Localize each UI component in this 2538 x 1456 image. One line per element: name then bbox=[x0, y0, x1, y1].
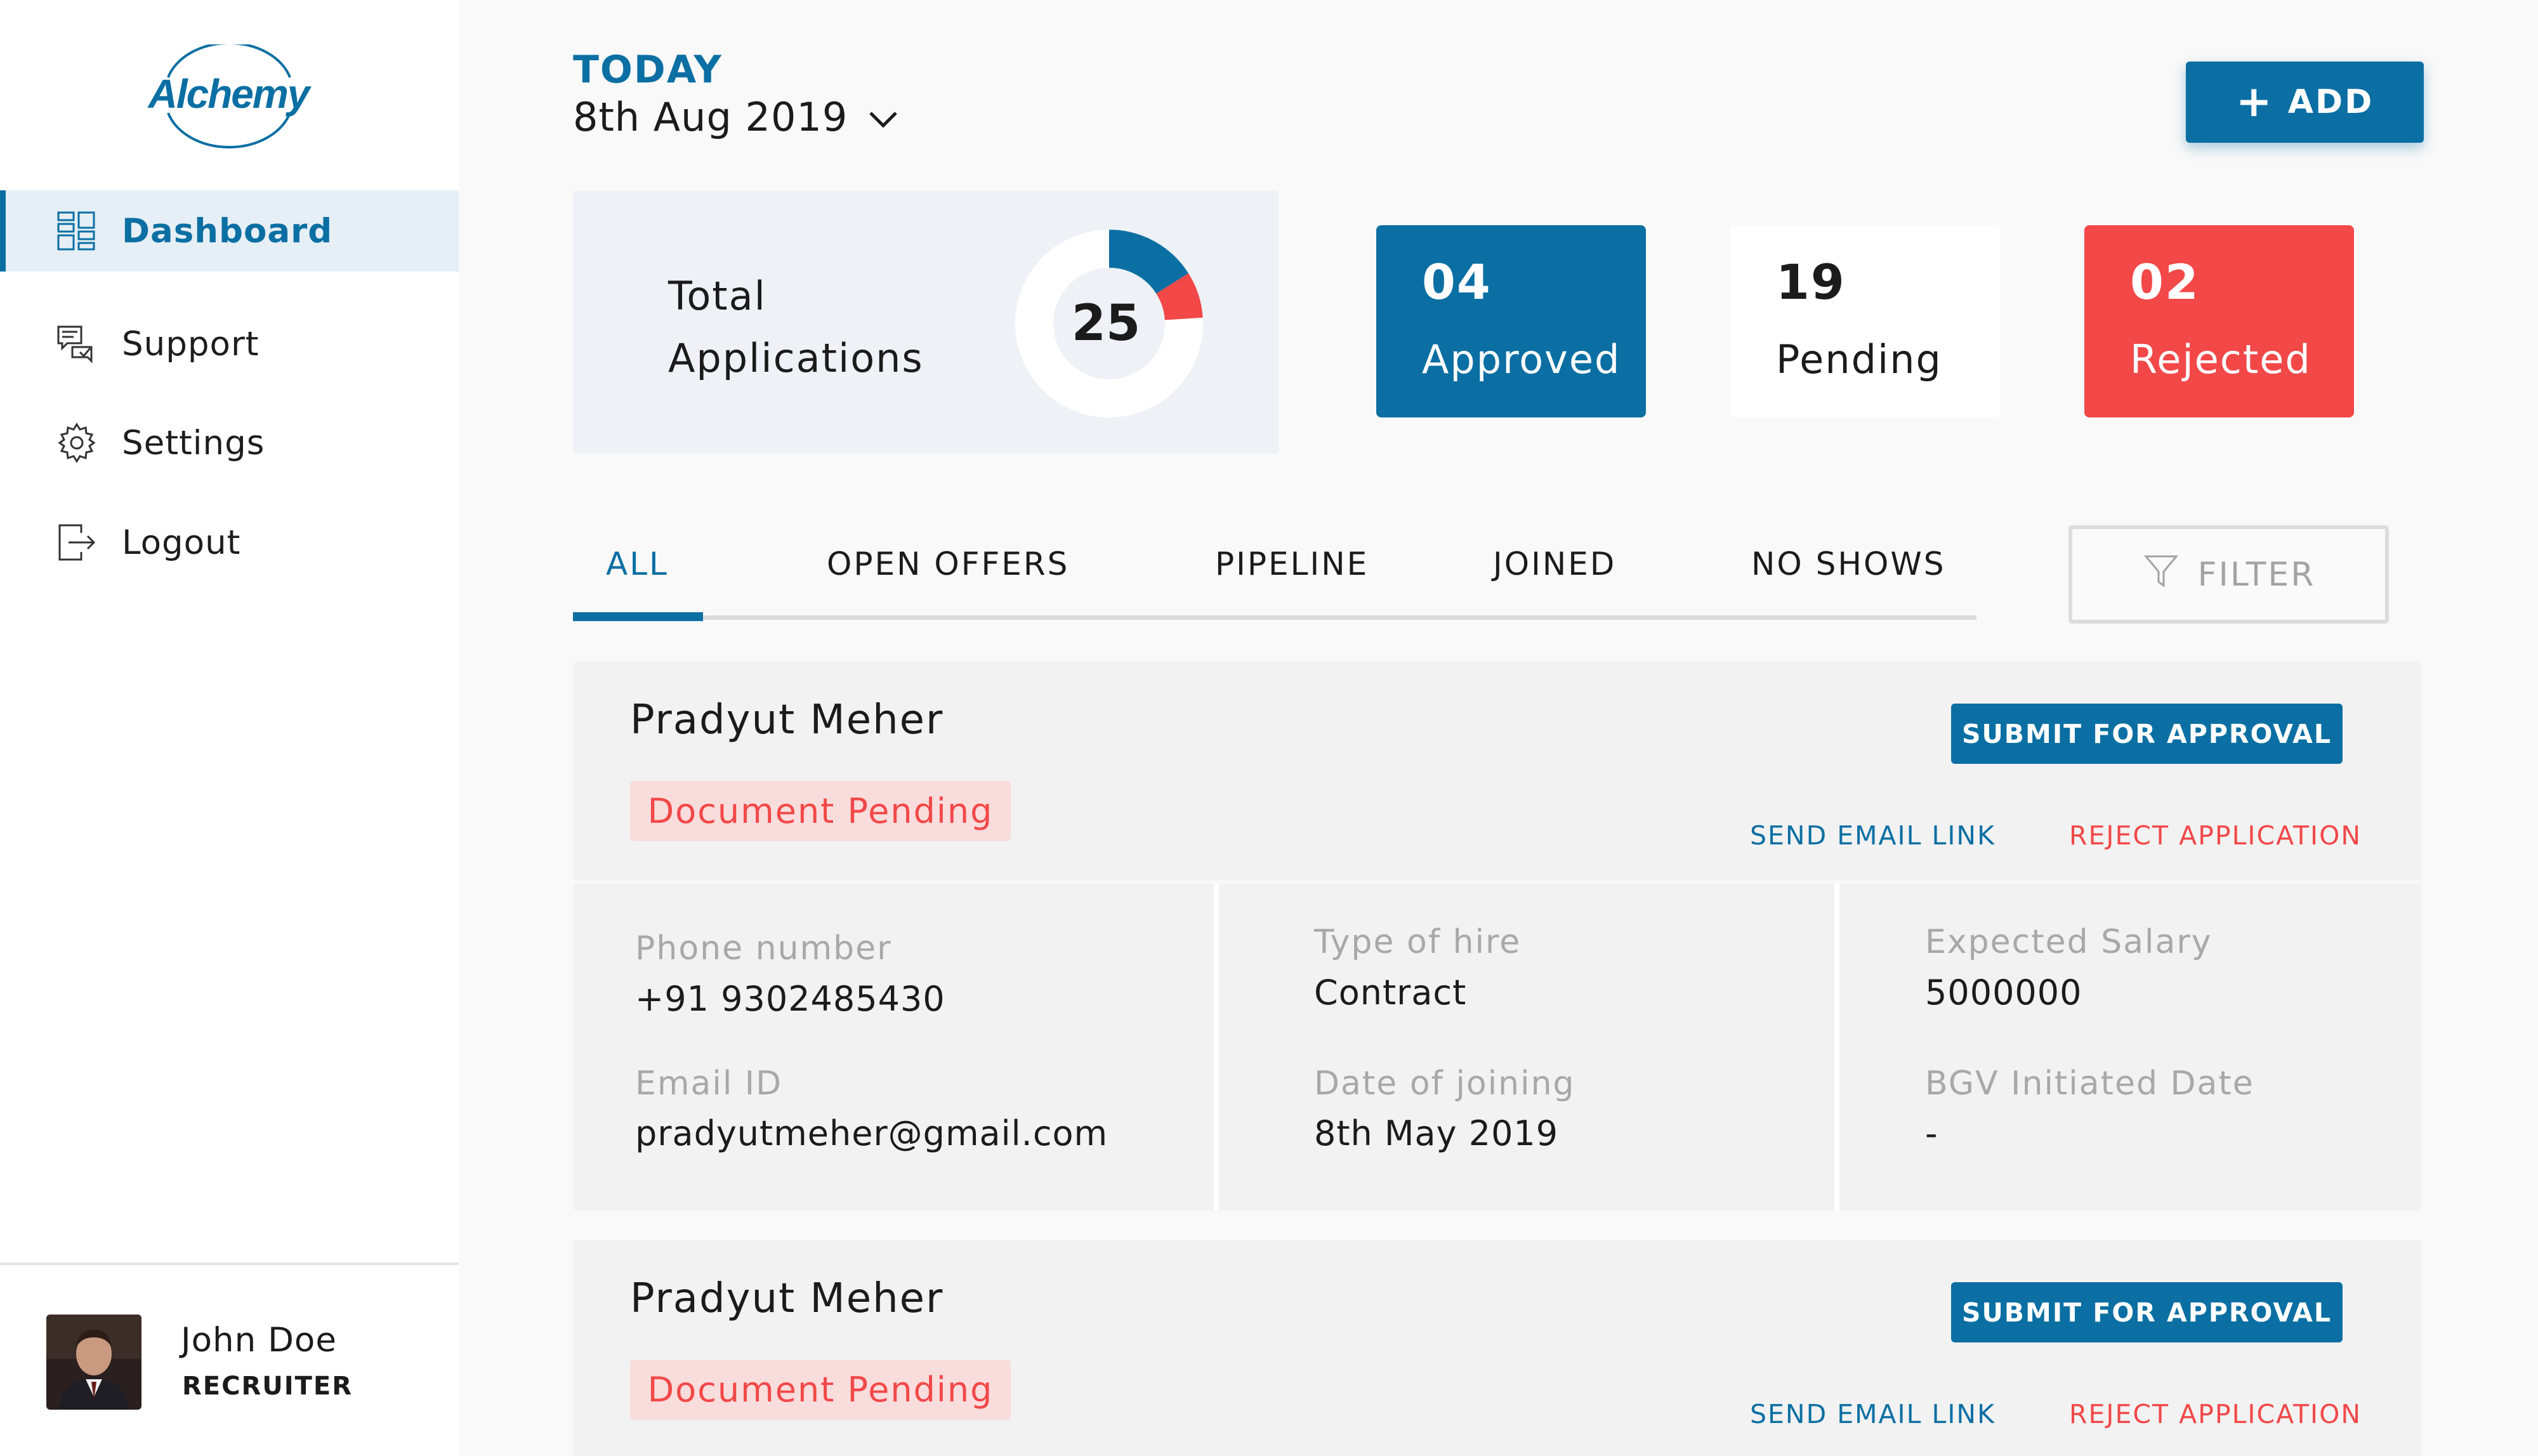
rejected-label: Rejected bbox=[2130, 336, 2311, 383]
email-value: pradyutmeher@gmail.com bbox=[635, 1113, 1108, 1153]
status-badge: Document Pending bbox=[630, 781, 1011, 841]
status-badge: Document Pending bbox=[630, 1360, 1011, 1420]
approved-label: Approved bbox=[1422, 336, 1621, 383]
gear-icon bbox=[56, 422, 98, 464]
phone-label: Phone number bbox=[635, 929, 892, 967]
sidebar-item-dashboard[interactable]: Dashboard bbox=[0, 190, 459, 272]
reject-application-link[interactable]: REJECT APPLICATION bbox=[2069, 820, 2362, 851]
application-card: Pradyut Meher Document Pending SUBMIT FO… bbox=[573, 662, 2421, 881]
active-tab-indicator bbox=[573, 612, 703, 621]
sidebar-item-label: Dashboard bbox=[122, 211, 333, 251]
tab-all[interactable]: ALL bbox=[606, 546, 669, 582]
applicant-name: Pradyut Meher bbox=[630, 1275, 944, 1322]
date-dropdown[interactable]: 8th Aug 2019 bbox=[573, 94, 900, 140]
user-name: John Doe bbox=[181, 1321, 337, 1360]
application-details: Phone number +91 9302485430 Email ID pra… bbox=[573, 884, 2421, 1210]
send-email-link[interactable]: SEND EMAIL LINK bbox=[1750, 820, 1996, 851]
rejected-count: 02 bbox=[2130, 254, 2200, 310]
phone-value: +91 9302485430 bbox=[635, 979, 945, 1019]
logout-icon bbox=[56, 521, 98, 563]
rejected-card[interactable]: 02 Rejected bbox=[2084, 225, 2354, 417]
bgv-label: BGV Initiated Date bbox=[1925, 1065, 2254, 1103]
details-column-hire: Type of hire Contract Date of joining 8t… bbox=[1219, 884, 1834, 1210]
total-label-line1: Total bbox=[668, 273, 766, 319]
tab-joined[interactable]: JOINED bbox=[1493, 546, 1616, 582]
pending-label: Pending bbox=[1776, 336, 1942, 383]
joining-label: Date of joining bbox=[1314, 1065, 1575, 1103]
sidebar-item-support[interactable]: Support bbox=[0, 303, 459, 384]
sidebar: Alchemy Dashboard Support Settings Logou… bbox=[0, 0, 459, 1456]
joining-value: 8th May 2019 bbox=[1314, 1113, 1559, 1153]
filter-button[interactable]: FILTER bbox=[2068, 525, 2389, 624]
applicant-name: Pradyut Meher bbox=[630, 697, 944, 744]
plus-icon: + bbox=[2235, 77, 2274, 127]
today-label: TODAY bbox=[573, 48, 723, 92]
hire-type-label: Type of hire bbox=[1314, 923, 1522, 961]
pending-card[interactable]: 19 Pending bbox=[1730, 225, 2000, 417]
details-column-contact: Phone number +91 9302485430 Email ID pra… bbox=[573, 884, 1214, 1210]
dashboard-icon bbox=[56, 210, 98, 252]
add-button-label: ADD bbox=[2287, 83, 2374, 121]
sidebar-item-label: Settings bbox=[122, 423, 265, 462]
pending-count: 19 bbox=[1776, 254, 1846, 310]
hire-type-value: Contract bbox=[1314, 973, 1467, 1013]
bgv-value: - bbox=[1925, 1113, 1938, 1153]
alchemy-logo[interactable]: Alchemy bbox=[124, 42, 333, 152]
total-applications-card: Total Applications 25 bbox=[573, 190, 1279, 454]
tab-pipeline[interactable]: PIPELINE bbox=[1215, 546, 1369, 582]
email-label: Email ID bbox=[635, 1065, 783, 1103]
sidebar-item-label: Support bbox=[122, 324, 260, 364]
sidebar-item-settings[interactable]: Settings bbox=[0, 402, 459, 483]
details-column-salary: Expected Salary 5000000 BGV Initiated Da… bbox=[1839, 884, 2421, 1210]
selected-date: 8th Aug 2019 bbox=[573, 94, 848, 140]
filter-icon bbox=[2142, 551, 2180, 598]
salary-value: 5000000 bbox=[1925, 973, 2082, 1013]
submit-for-approval-button[interactable]: SUBMIT FOR APPROVAL bbox=[1951, 704, 2343, 764]
sidebar-divider bbox=[0, 1263, 459, 1265]
chat-icon bbox=[56, 323, 98, 365]
approved-card[interactable]: 04 Approved bbox=[1376, 225, 1646, 417]
total-label-line2: Applications bbox=[668, 335, 924, 381]
svg-text:Alchemy: Alchemy bbox=[147, 71, 312, 117]
filter-label: FILTER bbox=[2197, 555, 2316, 594]
reject-application-link[interactable]: REJECT APPLICATION bbox=[2069, 1399, 2362, 1429]
application-card: Pradyut Meher Document Pending SUBMIT FO… bbox=[573, 1240, 2421, 1456]
tab-open-offers[interactable]: OPEN OFFERS bbox=[827, 546, 1069, 582]
user-role: RECRUITER bbox=[182, 1372, 353, 1401]
avatar[interactable] bbox=[46, 1315, 141, 1410]
tabs-divider bbox=[573, 615, 1976, 620]
donut-segment-approved bbox=[1108, 230, 1188, 294]
sidebar-item-logout[interactable]: Logout bbox=[0, 502, 459, 583]
salary-label: Expected Salary bbox=[1925, 923, 2213, 961]
send-email-link[interactable]: SEND EMAIL LINK bbox=[1750, 1399, 1996, 1429]
total-count: 25 bbox=[1071, 295, 1141, 352]
chevron-down-icon bbox=[867, 94, 900, 140]
tab-no-shows[interactable]: NO SHOWS bbox=[1751, 546, 1946, 582]
sidebar-item-label: Logout bbox=[122, 523, 241, 562]
approved-count: 04 bbox=[1422, 254, 1492, 310]
add-button[interactable]: + ADD bbox=[2186, 62, 2424, 143]
submit-for-approval-button[interactable]: SUBMIT FOR APPROVAL bbox=[1951, 1282, 2343, 1342]
